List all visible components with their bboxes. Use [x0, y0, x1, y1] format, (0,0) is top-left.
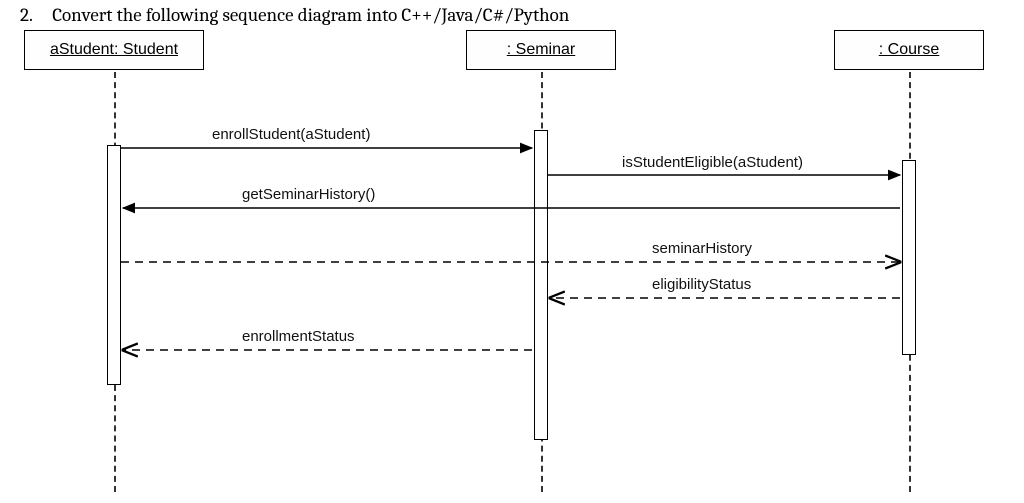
question-line: 2. Convert the following sequence diagra… — [20, 4, 569, 26]
msg-enroll-student: enrollStudent(aStudent) — [212, 126, 370, 143]
question-number: 2. — [20, 4, 48, 26]
participant-label: : Seminar — [507, 41, 575, 58]
sequence-diagram: aStudent: Student : Seminar : Course — [12, 30, 1012, 500]
participant-seminar: : Seminar — [466, 30, 616, 70]
participant-label: : Course — [879, 41, 939, 58]
msg-seminar-history: seminarHistory — [652, 240, 752, 257]
msg-is-student-eligible: isStudentEligible(aStudent) — [622, 154, 803, 171]
activation-student — [107, 145, 121, 385]
activation-course — [902, 160, 916, 355]
participant-label: aStudent: Student — [50, 41, 178, 58]
arrows-layer — [12, 30, 1012, 500]
question-text: Convert the following sequence diagram i… — [52, 4, 569, 26]
msg-eligibility-status: eligibilityStatus — [652, 276, 751, 293]
participant-student: aStudent: Student — [24, 30, 204, 70]
activation-seminar — [534, 130, 548, 440]
msg-get-seminar-history: getSeminarHistory() — [242, 186, 375, 203]
msg-enrollment-status: enrollmentStatus — [242, 328, 355, 345]
participant-course: : Course — [834, 30, 984, 70]
